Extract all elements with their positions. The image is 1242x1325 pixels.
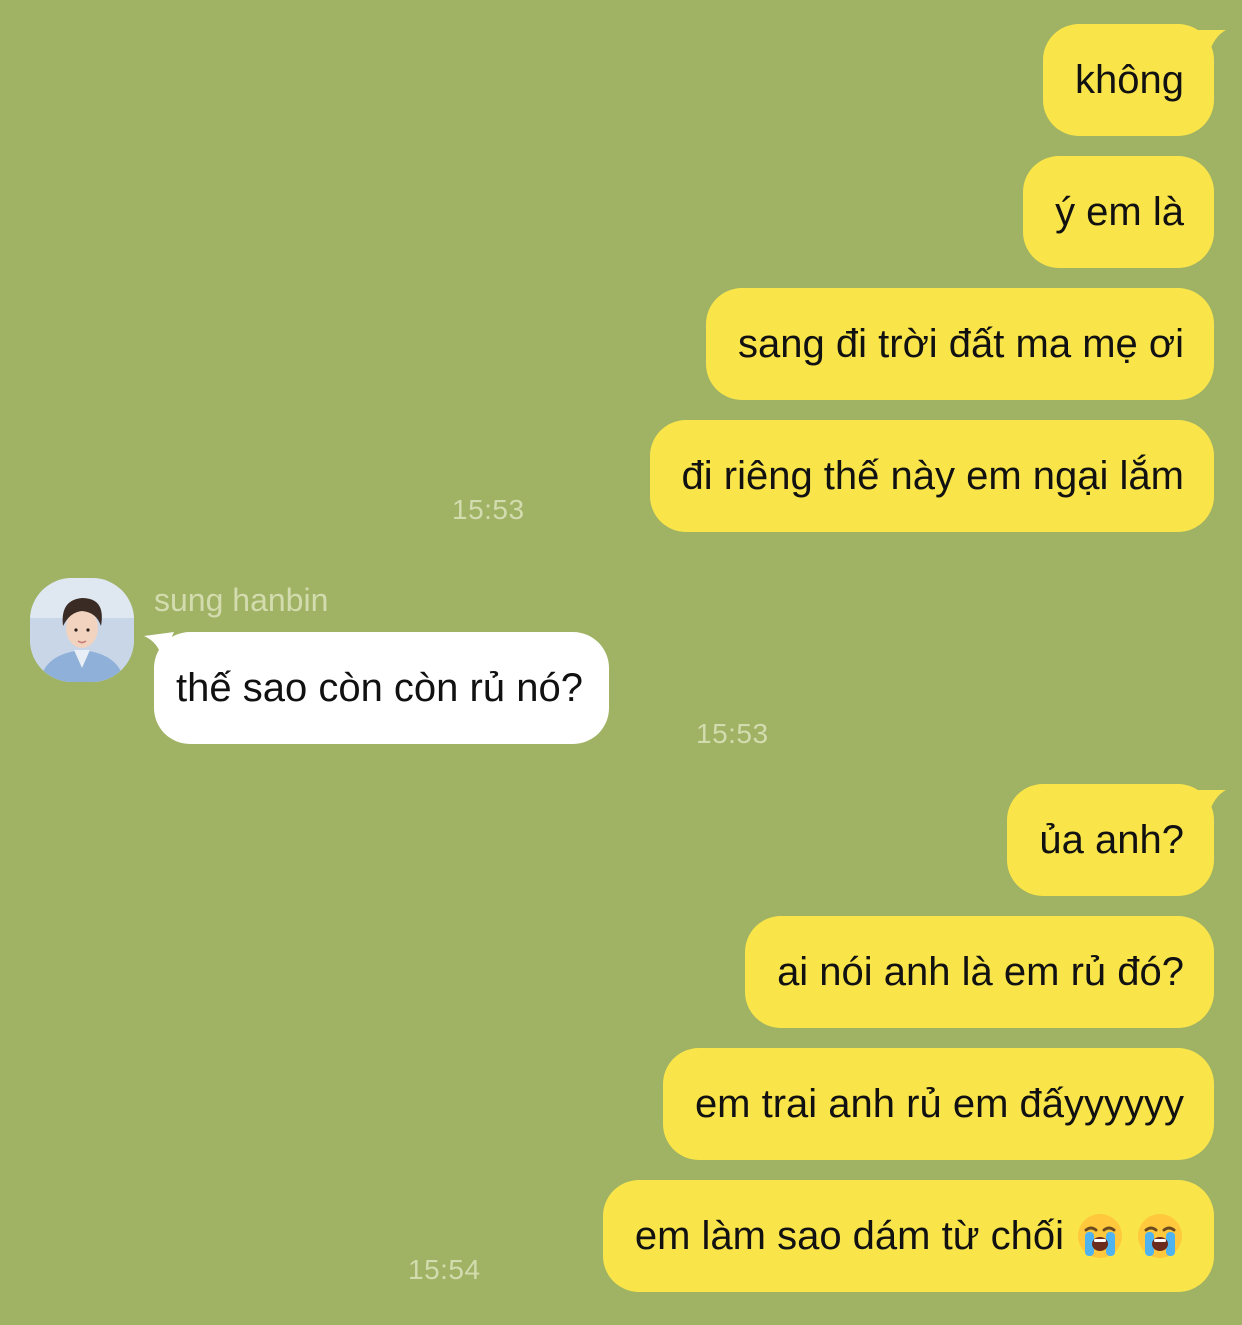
message-bubble-outgoing[interactable]: ý em là	[1023, 156, 1214, 268]
message-bubble-outgoing[interactable]: em làm sao dám từ chối	[602, 1180, 1214, 1292]
message-text: em trai anh rủ em đấyyyyyy	[694, 1081, 1184, 1126]
message-text: không	[1075, 57, 1184, 102]
bubble-tail	[1196, 790, 1226, 816]
message-text: ý em là	[1055, 189, 1184, 234]
avatar-image	[30, 578, 134, 682]
loudly-crying-face-icon	[1138, 1214, 1182, 1258]
message-bubble-outgoing[interactable]: đi riêng thế này em ngại lắm	[649, 420, 1214, 532]
message-text: ủa anh?	[1039, 817, 1184, 862]
message-bubble-outgoing[interactable]: ai nói anh là em rủ đó?	[745, 916, 1214, 1028]
message-timestamp: 15:53	[452, 494, 525, 525]
avatar[interactable]	[30, 578, 134, 682]
bubble-tail	[144, 632, 174, 658]
sender-name: sung hanbin	[154, 582, 329, 618]
message-bubble-outgoing[interactable]: ủa anh?	[1007, 784, 1226, 896]
message-text: sang đi trời đất ma mẹ ơi	[738, 321, 1184, 366]
message-text: em làm sao dám từ chối	[634, 1213, 1064, 1258]
message-bubble-outgoing[interactable]: em trai anh rủ em đấyyyyyy	[662, 1048, 1214, 1160]
message-bubble-incoming[interactable]: thế sao còn còn rủ nó?	[144, 632, 609, 744]
message-text: ai nói anh là em rủ đó?	[777, 949, 1184, 994]
message-bubble-outgoing[interactable]: không	[1043, 24, 1226, 136]
message-text: đi riêng thế này em ngại lắm	[681, 453, 1185, 498]
loudly-crying-face-icon	[1078, 1214, 1122, 1258]
message-bubble-outgoing[interactable]: sang đi trời đất ma mẹ ơi	[706, 288, 1214, 400]
message-timestamp: 15:54	[408, 1254, 481, 1285]
message-text: thế sao còn còn rủ nó?	[176, 665, 583, 710]
bubble-tail	[1196, 30, 1226, 56]
message-timestamp: 15:53	[696, 718, 769, 749]
